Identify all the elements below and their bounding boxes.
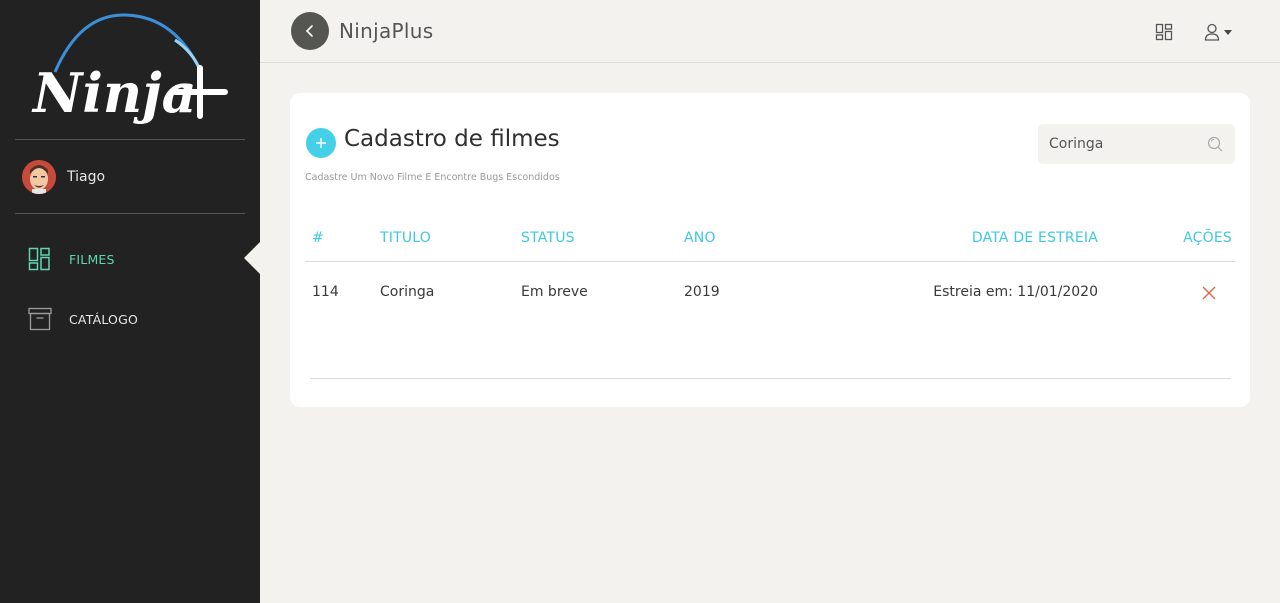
column-header-id[interactable]: # <box>312 230 324 246</box>
app-title: NinjaPlus <box>339 19 434 43</box>
search-box <box>1038 124 1235 164</box>
user-name: Tiago <box>67 169 106 185</box>
cell-title[interactable]: Coringa <box>380 284 434 300</box>
sidebar-divider <box>15 139 245 140</box>
user-icon <box>1204 23 1220 41</box>
sidebar-item-label: CATÁLOGO <box>69 311 139 327</box>
archive-icon <box>28 307 52 331</box>
page-title: Cadastro de filmes <box>344 126 560 152</box>
sidebar-item-filmes[interactable]: FILMES <box>28 246 115 272</box>
user-menu-button[interactable] <box>1204 22 1232 42</box>
cell-release-date: Estreia em: 11/01/2020 <box>933 284 1098 300</box>
sidebar-divider <box>15 213 245 214</box>
cell-year: 2019 <box>684 284 720 300</box>
sidebar-item-catalogo[interactable]: CATÁLOGO <box>28 306 138 332</box>
cell-status: Em breve <box>521 284 588 300</box>
back-button[interactable] <box>291 12 329 50</box>
search-icon[interactable] <box>1207 136 1223 152</box>
back-arrow-icon <box>305 25 313 37</box>
sidebar: Ninja Tiago FILMES CATÁLOGO <box>0 0 260 603</box>
search-input[interactable] <box>1038 124 1203 164</box>
grid-icon[interactable] <box>1155 23 1173 41</box>
movies-card: Cadastro de filmes Cadastre Um Novo Film… <box>290 93 1250 407</box>
cell-id: 114 <box>312 284 339 300</box>
add-movie-button[interactable] <box>306 128 336 158</box>
table-header-divider <box>305 261 1235 262</box>
sidebar-item-label: FILMES <box>69 251 115 267</box>
column-header-title[interactable]: TITULO <box>380 230 431 246</box>
column-header-year[interactable]: ANO <box>684 230 716 246</box>
column-header-actions: AÇÕES <box>1183 230 1232 246</box>
svg-text:Ninja: Ninja <box>31 61 197 125</box>
dashboard-icon <box>28 247 50 271</box>
user-profile[interactable]: Tiago <box>22 160 105 194</box>
avatar <box>22 160 56 194</box>
delete-icon[interactable] <box>1201 285 1217 301</box>
ninja-plus-logo[interactable]: Ninja <box>25 12 235 132</box>
top-header: NinjaPlus <box>260 0 1280 63</box>
page-subtitle: Cadastre Um Novo Filme E Encontre Bugs E… <box>305 172 560 183</box>
chevron-down-icon <box>1224 29 1232 35</box>
column-header-release-date[interactable]: DATA DE ESTREIA <box>910 230 1098 246</box>
column-header-status[interactable]: STATUS <box>521 230 575 246</box>
table-bottom-divider <box>310 378 1231 379</box>
active-item-indicator <box>244 242 260 274</box>
plus-icon <box>316 138 326 148</box>
